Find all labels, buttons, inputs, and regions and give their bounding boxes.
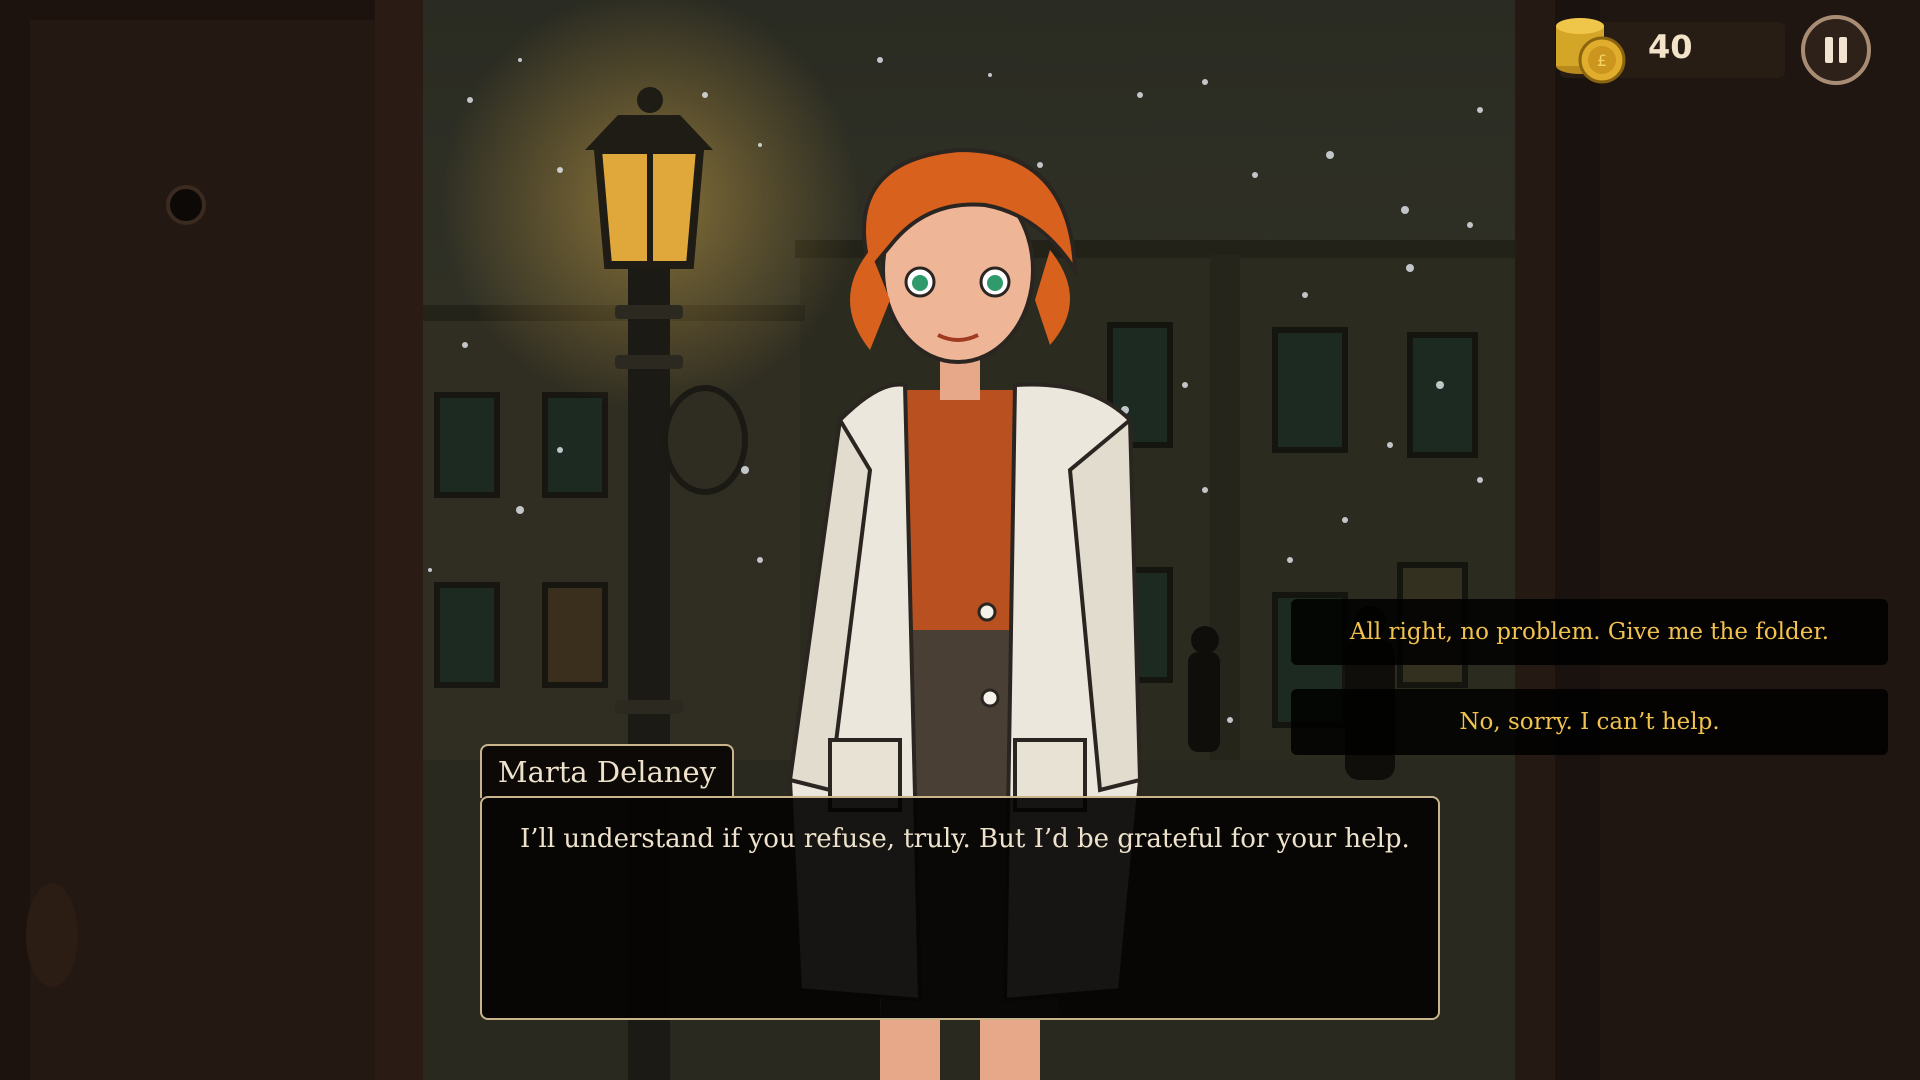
coin-stack-icon: £ — [1556, 18, 1626, 84]
choice-accept-label: All right, no problem. Give me the folde… — [1349, 619, 1830, 645]
pause-bar-right — [1839, 37, 1847, 63]
svg-text:£: £ — [1597, 51, 1607, 70]
dialog-text: I’ll understand if you refuse, truly. Bu… — [520, 824, 1410, 854]
pause-button[interactable] — [1801, 15, 1871, 85]
pause-bar-left — [1825, 37, 1833, 63]
choice-accept[interactable]: All right, no problem. Give me the folde… — [1291, 599, 1888, 665]
coin-count: 40 — [1648, 28, 1693, 66]
dialog-box[interactable]: I’ll understand if you refuse, truly. Bu… — [480, 796, 1440, 1020]
speaker-name: Marta Delaney — [497, 755, 717, 789]
choice-decline[interactable]: No, sorry. I can’t help. — [1291, 689, 1888, 755]
choice-decline-label: No, sorry. I can’t help. — [1459, 709, 1720, 735]
speaker-name-tab: Marta Delaney — [480, 744, 734, 798]
